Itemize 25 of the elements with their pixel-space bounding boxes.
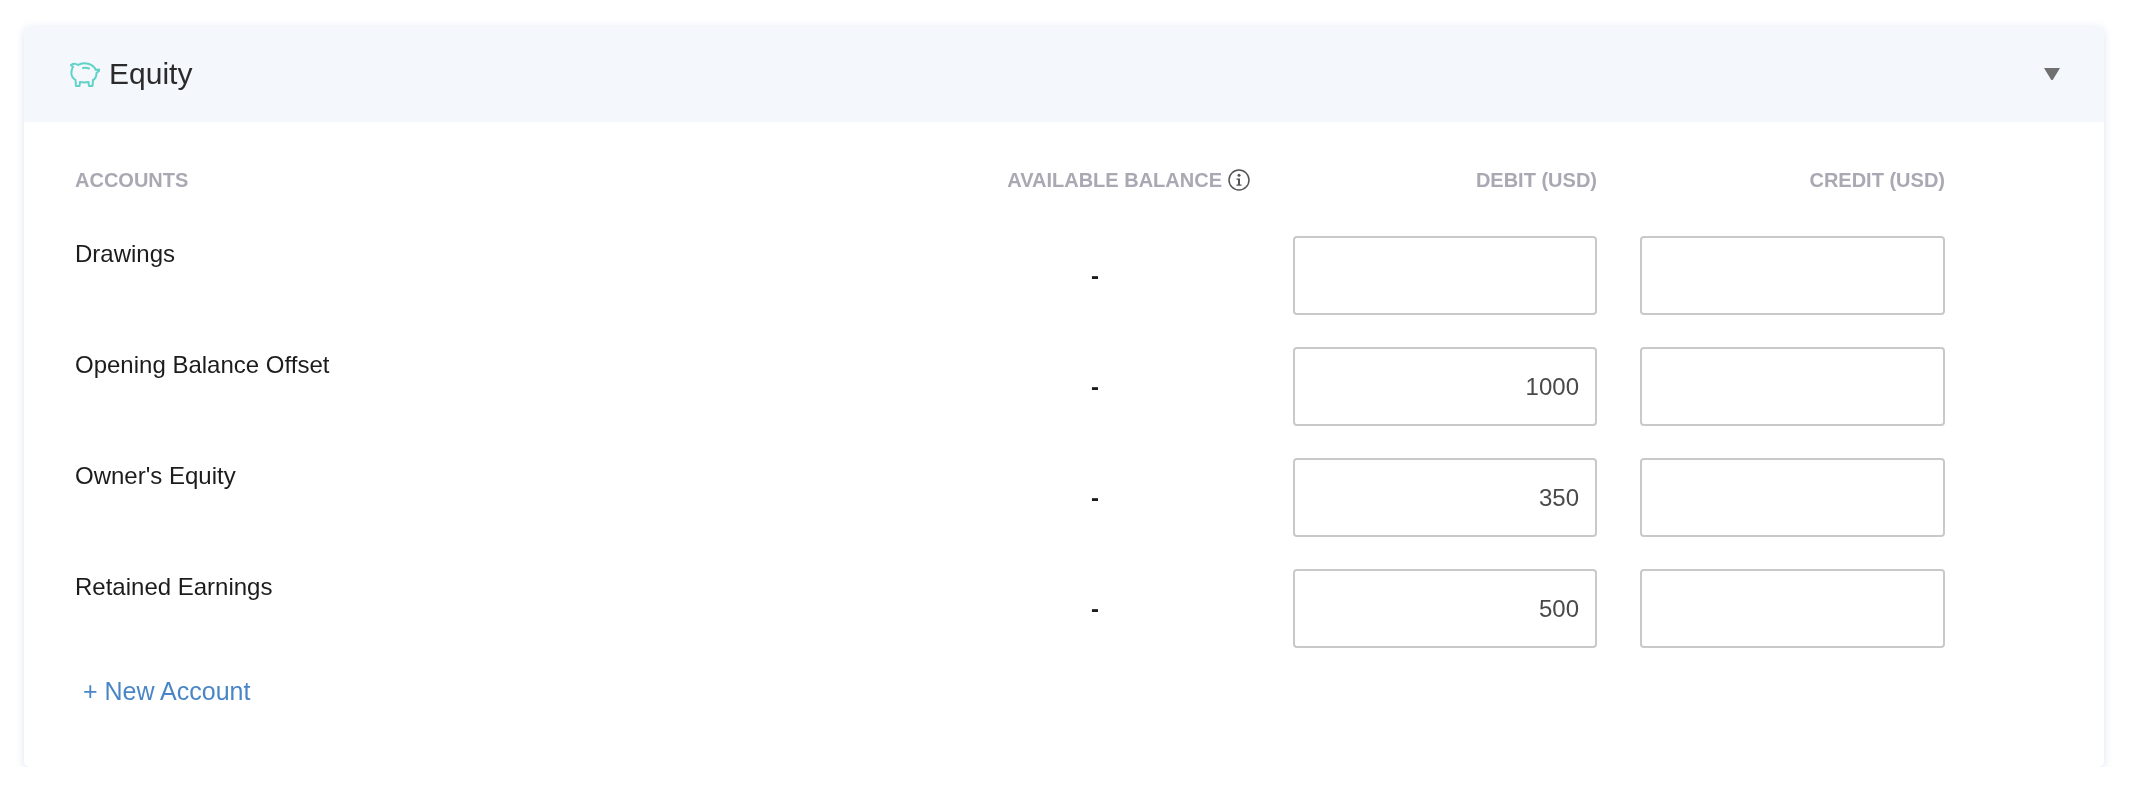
account-name: Opening Balance Offset [75,351,330,378]
section-title: Equity [109,56,193,92]
balance-value: - [1091,372,1099,401]
debit-field[interactable]: 1000 [1293,347,1597,426]
debit-field[interactable]: 350 [1293,458,1597,537]
balance-value: - [1091,594,1099,623]
credit-field[interactable] [1640,569,1945,648]
credit-field[interactable] [1640,236,1945,315]
account-name: Retained Earnings [75,573,273,600]
debit-field[interactable] [1293,236,1597,315]
column-header: AVAILABLE BALANCE [1007,168,1222,192]
credit-field[interactable] [1640,458,1945,537]
piggy-bank-icon [68,60,101,88]
info-icon[interactable] [1228,169,1250,191]
balance-value: - [1091,483,1099,512]
account-name: Owner's Equity [75,462,236,489]
new-account-link[interactable]: + New Account [83,677,251,705]
account-name: Drawings [75,240,176,267]
balance-value: - [1091,261,1099,290]
column-header: ACCOUNTS [75,168,189,192]
debit-field[interactable]: 500 [1293,569,1597,648]
column-header: CREDIT (USD) [1809,168,1945,192]
caret-icon[interactable] [2044,68,2060,80]
credit-field[interactable] [1640,347,1945,426]
column-header: DEBIT (USD) [1475,168,1597,192]
